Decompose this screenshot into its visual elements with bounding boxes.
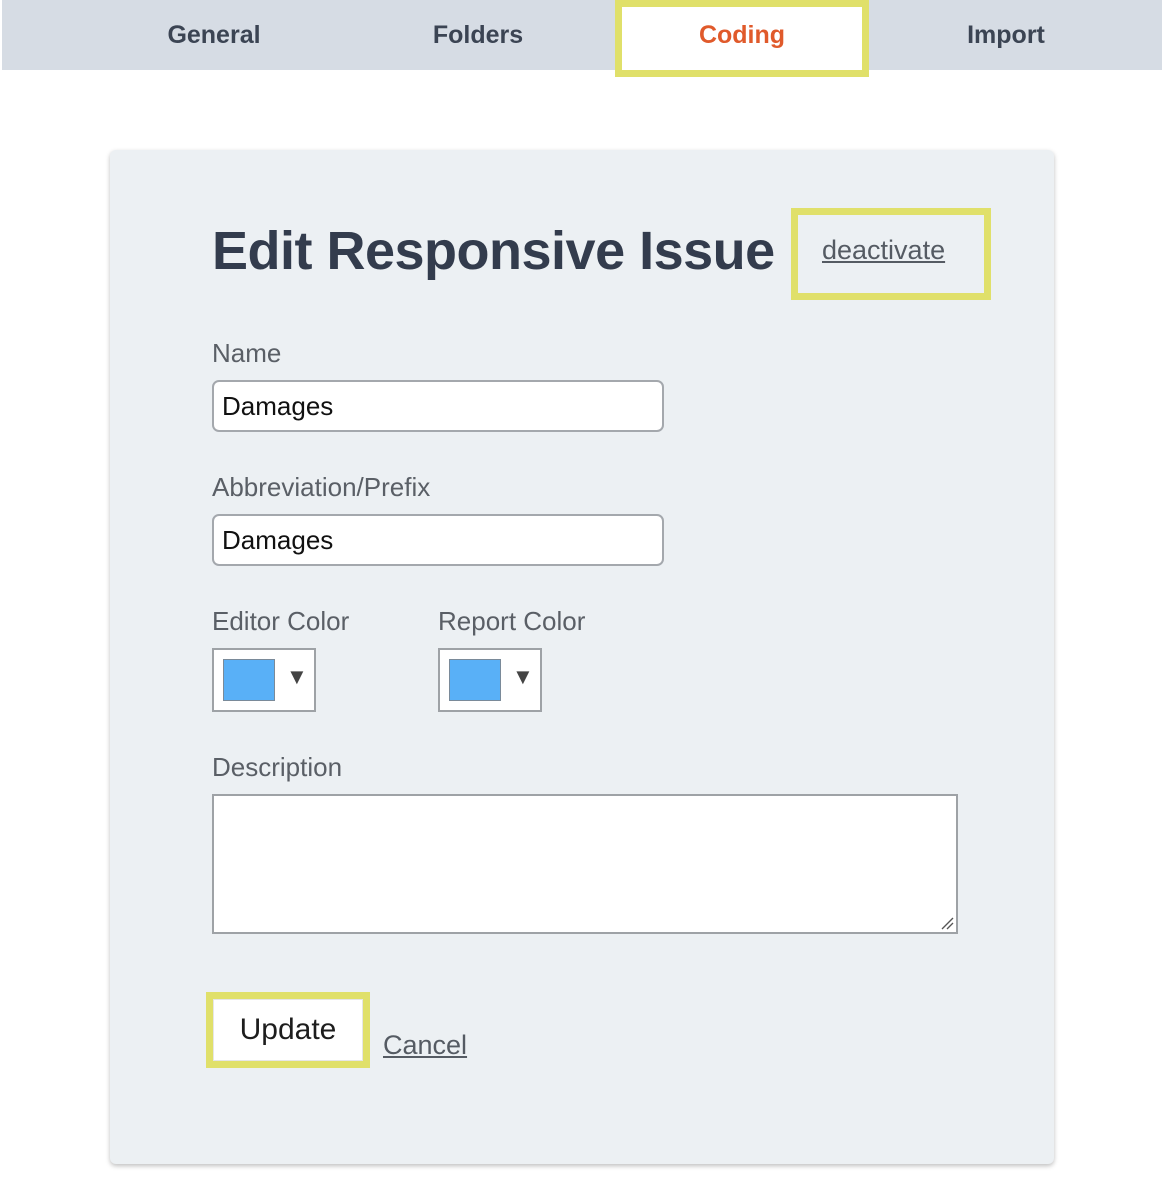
tab-general[interactable]: General: [114, 0, 314, 70]
abbreviation-label: Abbreviation/Prefix: [212, 472, 431, 502]
deactivate-highlight: deactivate: [791, 208, 991, 300]
deactivate-link[interactable]: deactivate: [822, 235, 945, 266]
name-label: Name: [212, 338, 282, 368]
tab-import[interactable]: Import: [906, 0, 1106, 70]
chevron-down-icon: ▼: [512, 664, 534, 689]
tab-coding[interactable]: Coding: [615, 0, 869, 77]
update-button[interactable]: Update: [213, 999, 363, 1061]
description-label: Description: [212, 752, 343, 782]
editor-color-picker[interactable]: ▼: [212, 648, 316, 712]
abbreviation-input[interactable]: [212, 514, 664, 566]
name-input[interactable]: [212, 380, 664, 432]
report-color-label: Report Color: [438, 606, 586, 636]
report-color-picker[interactable]: ▼: [438, 648, 542, 712]
resize-grip-icon[interactable]: [940, 916, 954, 930]
update-highlight: Update: [206, 992, 370, 1068]
tab-bar: General Folders Coding Import: [2, 0, 1162, 77]
description-textarea[interactable]: [212, 794, 958, 934]
tab-folders[interactable]: Folders: [378, 0, 578, 70]
report-color-swatch: [449, 659, 501, 701]
editor-color-swatch: [223, 659, 275, 701]
edit-issue-panel: Edit Responsive Issue deactivate Name Ab…: [110, 150, 1054, 1164]
editor-color-label: Editor Color: [212, 606, 350, 636]
cancel-link[interactable]: Cancel: [383, 1030, 467, 1061]
page-title: Edit Responsive Issue: [212, 221, 775, 281]
chevron-down-icon: ▼: [286, 664, 308, 689]
